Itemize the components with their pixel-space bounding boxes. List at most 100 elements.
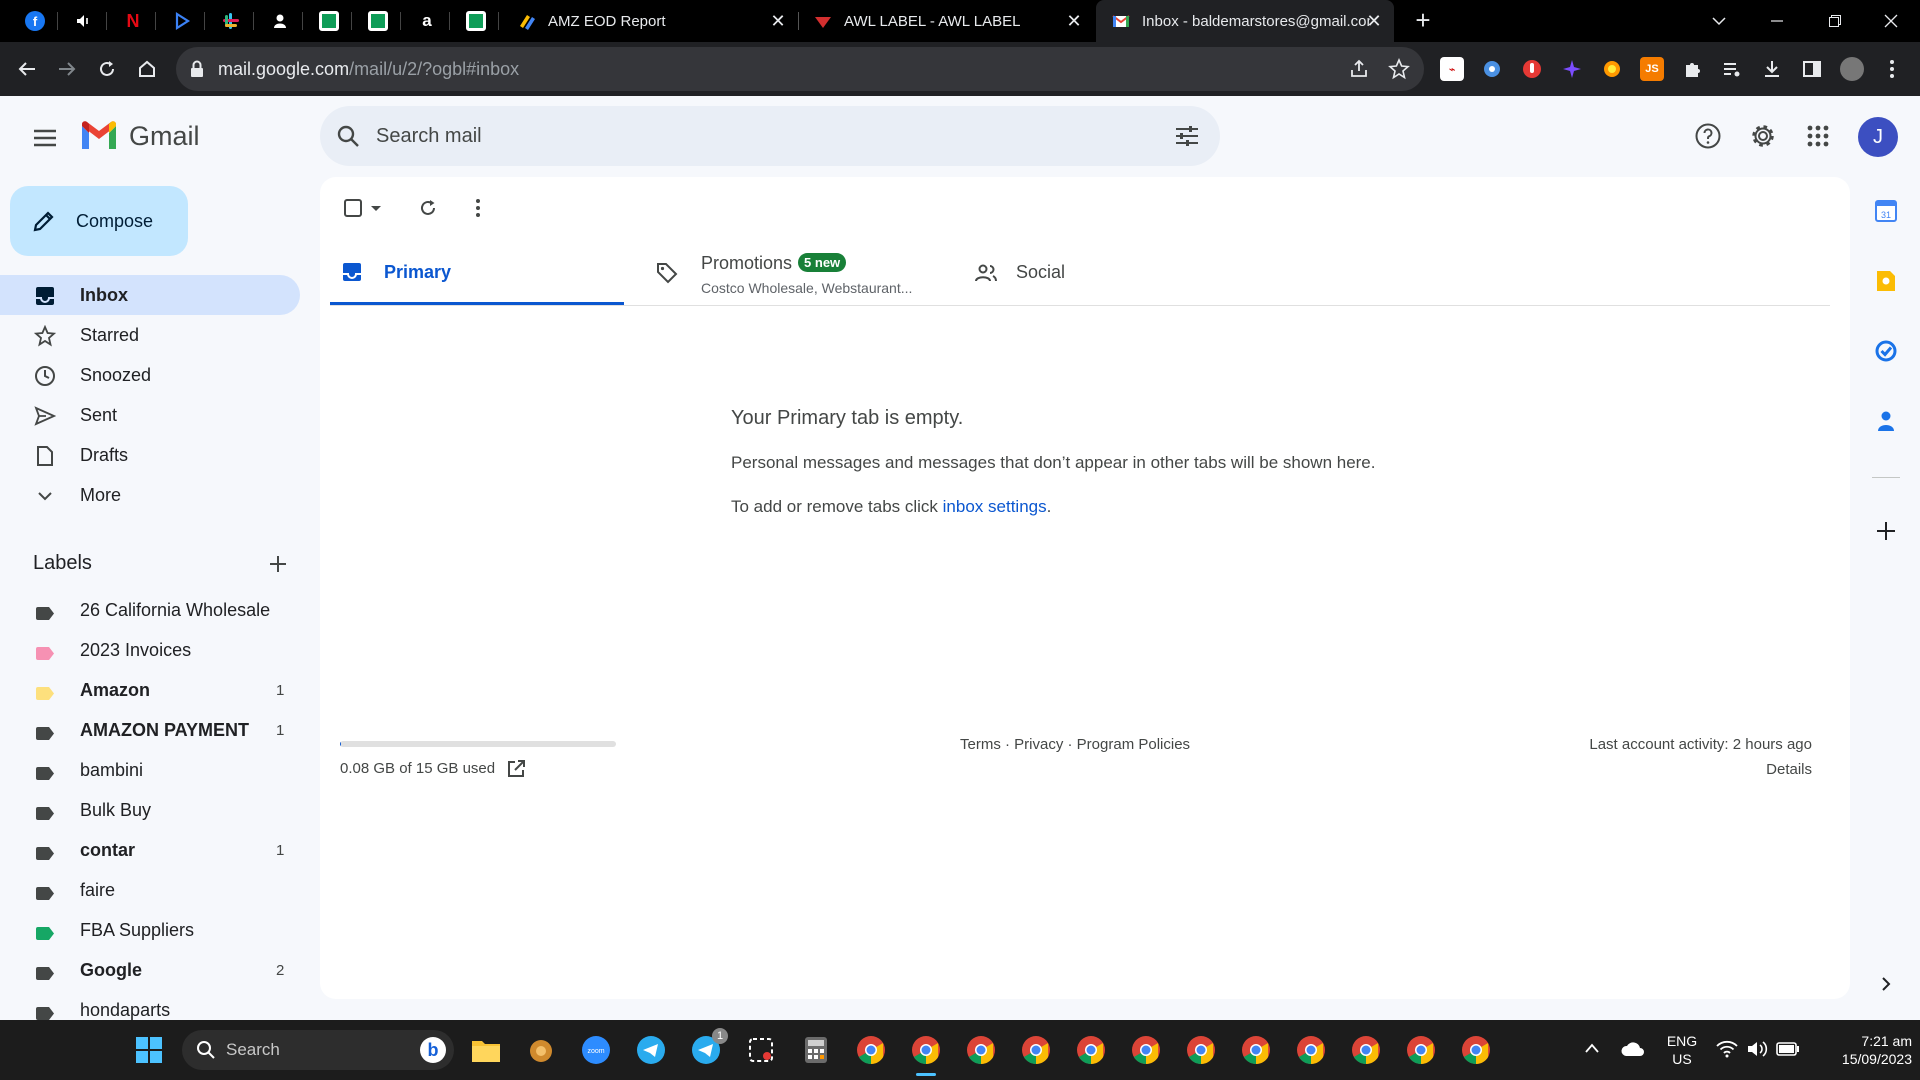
account-avatar[interactable]: J: [1858, 117, 1898, 157]
volume-icon[interactable]: [1746, 1040, 1768, 1058]
create-label-button[interactable]: [266, 552, 290, 576]
onedrive-cloud-icon[interactable]: [1620, 1040, 1646, 1058]
calculator-icon[interactable]: [798, 1032, 834, 1068]
more-actions-button[interactable]: [462, 193, 494, 223]
chrome-icon[interactable]: [1238, 1032, 1274, 1068]
tab-awl-label[interactable]: AWL LABEL - AWL LABEL ✕: [798, 0, 1094, 42]
pinned-tab[interactable]: [306, 0, 352, 42]
home-button[interactable]: [131, 53, 163, 85]
pinned-tab[interactable]: N: [110, 0, 156, 42]
tab-search-button[interactable]: [1690, 0, 1748, 42]
taskbar-search-box[interactable]: Search b: [182, 1030, 454, 1070]
file-explorer-icon[interactable]: [468, 1032, 504, 1068]
tab-amz-eod-report[interactable]: AMZ EOD Report ✕: [502, 0, 799, 42]
chrome-icon[interactable]: [1348, 1032, 1384, 1068]
extension-red-hand-icon[interactable]: [1520, 57, 1544, 81]
pinned-tab[interactable]: a: [404, 0, 450, 42]
extension-spark-icon[interactable]: [1560, 57, 1584, 81]
google-apps-button[interactable]: [1800, 118, 1836, 154]
extension-puzzle-blue-icon[interactable]: [1480, 57, 1504, 81]
download-icon[interactable]: [1760, 57, 1784, 81]
tab-social[interactable]: Social: [950, 240, 1240, 306]
compose-button[interactable]: Compose: [10, 186, 188, 256]
tab-primary[interactable]: Primary: [330, 240, 624, 306]
tab-promotions[interactable]: Promotions 5 new Costco Wholesale, Websta…: [640, 240, 930, 306]
contacts-app-button[interactable]: [1872, 407, 1900, 435]
extension-shopping-icon[interactable]: ⌁: [1440, 57, 1464, 81]
label-item[interactable]: Amazon 1: [0, 670, 300, 710]
pinned-tab[interactable]: f: [12, 0, 58, 42]
nav-item-snoozed[interactable]: Snoozed: [0, 355, 300, 395]
telegram-icon[interactable]: [633, 1032, 669, 1068]
label-item[interactable]: faire: [0, 870, 300, 910]
label-item[interactable]: Google 2: [0, 950, 300, 990]
close-icon[interactable]: ✕: [768, 11, 788, 31]
tab-gmail-inbox[interactable]: Inbox - baldemarstores@gmail.com ✕: [1096, 0, 1394, 42]
pinned-tab[interactable]: [453, 0, 499, 42]
bing-icon[interactable]: b: [420, 1037, 446, 1063]
close-icon[interactable]: ✕: [1364, 11, 1384, 31]
extension-orange-ring-icon[interactable]: [1600, 57, 1624, 81]
chrome-icon[interactable]: [1183, 1032, 1219, 1068]
inbox-settings-link[interactable]: inbox settings: [943, 497, 1047, 516]
new-tab-button[interactable]: +: [1408, 6, 1438, 36]
nav-item-inbox[interactable]: Inbox: [0, 275, 300, 315]
media-queue-icon[interactable]: [1720, 57, 1744, 81]
battery-icon[interactable]: [1776, 1041, 1800, 1057]
chrome-icon[interactable]: [963, 1032, 999, 1068]
nav-item-sent[interactable]: Sent: [0, 395, 300, 435]
label-item[interactable]: bambini: [0, 750, 300, 790]
bookmark-star-icon[interactable]: [1388, 58, 1410, 80]
activity-details-link[interactable]: Details: [1589, 761, 1812, 778]
get-addons-button[interactable]: [1872, 517, 1900, 545]
chrome-icon[interactable]: [1293, 1032, 1329, 1068]
footer-policy-links[interactable]: Terms · Privacy · Program Policies: [960, 736, 1190, 753]
show-side-panel-button[interactable]: [1872, 970, 1900, 998]
chrome-icon[interactable]: [1458, 1032, 1494, 1068]
label-item[interactable]: contar 1: [0, 830, 300, 870]
settings-button[interactable]: [1745, 118, 1781, 154]
language-indicator[interactable]: ENG US: [1664, 1032, 1700, 1068]
clock[interactable]: 7:21 am 15/09/2023: [1814, 1032, 1912, 1068]
main-menu-button[interactable]: [28, 121, 62, 155]
restore-button[interactable]: [1806, 0, 1864, 42]
calendar-app-button[interactable]: 31: [1872, 197, 1900, 225]
lock-icon[interactable]: [190, 60, 204, 78]
chrome-icon[interactable]: [1073, 1032, 1109, 1068]
search-options-icon[interactable]: [1174, 124, 1200, 148]
label-item[interactable]: FBA Suppliers: [0, 910, 300, 950]
label-item[interactable]: 26 California Wholesale: [0, 590, 300, 630]
close-icon[interactable]: ✕: [1064, 11, 1084, 31]
chrome-icon[interactable]: [1403, 1032, 1439, 1068]
external-link-icon[interactable]: [506, 759, 526, 779]
pinned-tab[interactable]: [257, 0, 303, 42]
chrome-icon[interactable]: [1128, 1032, 1164, 1068]
gmail-logo[interactable]: Gmail: [79, 120, 200, 152]
nav-item-starred[interactable]: Starred: [0, 315, 300, 355]
zoom-icon[interactable]: zoom: [578, 1032, 614, 1068]
squirrel-app-icon[interactable]: [523, 1032, 559, 1068]
back-button[interactable]: [11, 53, 43, 85]
support-button[interactable]: [1690, 118, 1726, 154]
snipping-tool-icon[interactable]: [743, 1032, 779, 1068]
nav-item-more[interactable]: More: [0, 475, 300, 515]
kebab-menu-icon[interactable]: [1880, 57, 1904, 81]
reload-button[interactable]: [91, 53, 123, 85]
chrome-icon[interactable]: [853, 1032, 889, 1068]
search-icon[interactable]: [336, 124, 360, 148]
label-item[interactable]: 2023 Invoices: [0, 630, 300, 670]
profile-avatar-icon[interactable]: [1840, 57, 1864, 81]
chrome-icon[interactable]: [1018, 1032, 1054, 1068]
minimize-button[interactable]: [1748, 0, 1806, 42]
search-bar[interactable]: [320, 106, 1220, 166]
pinned-tab[interactable]: [159, 0, 205, 42]
pinned-tab[interactable]: [208, 0, 254, 42]
start-button[interactable]: [131, 1032, 167, 1068]
wifi-icon[interactable]: [1716, 1040, 1738, 1058]
side-panel-icon[interactable]: [1800, 57, 1824, 81]
address-bar[interactable]: mail.google.com/mail/u/2/?ogbl#inbox: [176, 47, 1424, 91]
share-icon[interactable]: [1348, 58, 1370, 80]
extension-js-icon[interactable]: JS: [1640, 57, 1664, 81]
keep-app-button[interactable]: [1872, 267, 1900, 295]
extensions-puzzle-icon[interactable]: [1680, 57, 1704, 81]
